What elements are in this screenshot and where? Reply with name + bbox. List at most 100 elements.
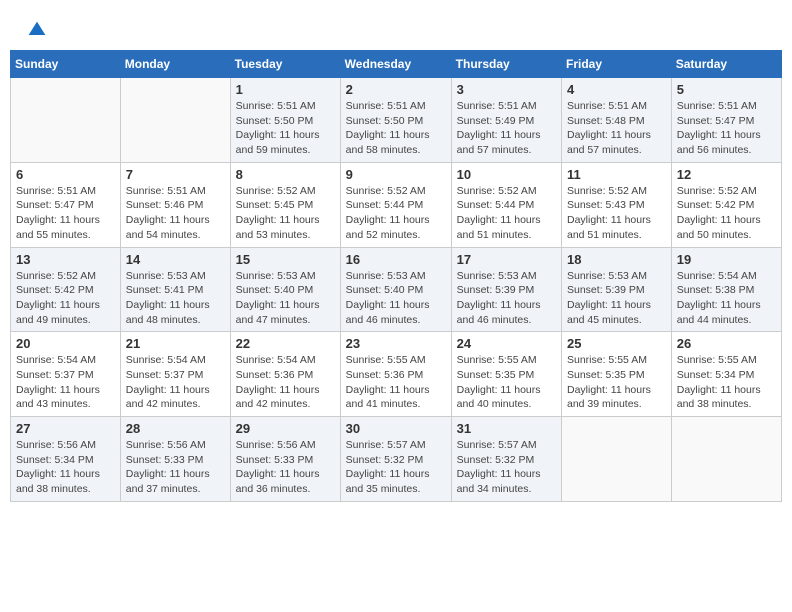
day-number: 21 [126, 336, 225, 351]
day-number: 25 [567, 336, 666, 351]
day-info: Sunrise: 5:51 AM Sunset: 5:47 PM Dayligh… [16, 184, 115, 243]
day-info: Sunrise: 5:52 AM Sunset: 5:45 PM Dayligh… [236, 184, 335, 243]
calendar-day-cell: 12 Sunrise: 5:52 AM Sunset: 5:42 PM Dayli… [671, 162, 781, 247]
day-number: 20 [16, 336, 115, 351]
calendar-day-cell: 11 Sunrise: 5:52 AM Sunset: 5:43 PM Dayli… [562, 162, 672, 247]
day-number: 15 [236, 252, 335, 267]
day-info: Sunrise: 5:57 AM Sunset: 5:32 PM Dayligh… [457, 438, 556, 497]
day-number: 23 [346, 336, 446, 351]
calendar-day-cell: 30 Sunrise: 5:57 AM Sunset: 5:32 PM Dayli… [340, 417, 451, 502]
calendar-day-cell: 25 Sunrise: 5:55 AM Sunset: 5:35 PM Dayli… [562, 332, 672, 417]
calendar-day-cell: 13 Sunrise: 5:52 AM Sunset: 5:42 PM Dayli… [11, 247, 121, 332]
calendar-day-cell: 14 Sunrise: 5:53 AM Sunset: 5:41 PM Dayli… [120, 247, 230, 332]
day-info: Sunrise: 5:55 AM Sunset: 5:36 PM Dayligh… [346, 353, 446, 412]
day-info: Sunrise: 5:53 AM Sunset: 5:39 PM Dayligh… [567, 269, 666, 328]
calendar-day-cell: 27Sunrise: 5:56 AM Sunset: 5:34 PM Dayli… [11, 417, 121, 502]
day-info: Sunrise: 5:51 AM Sunset: 5:49 PM Dayligh… [457, 99, 556, 158]
day-number: 4 [567, 82, 666, 97]
day-number: 6 [16, 167, 115, 182]
page-header [10, 10, 782, 45]
calendar-day-cell: 8 Sunrise: 5:52 AM Sunset: 5:45 PM Daylig… [230, 162, 340, 247]
calendar-week-row: 6 Sunrise: 5:51 AM Sunset: 5:47 PM Daylig… [11, 162, 782, 247]
calendar-day-cell: 16 Sunrise: 5:53 AM Sunset: 5:40 PM Dayli… [340, 247, 451, 332]
weekday-header: Thursday [451, 51, 561, 78]
calendar-day-cell: 2Sunrise: 5:51 AM Sunset: 5:50 PM Daylig… [340, 78, 451, 163]
weekday-header: Monday [120, 51, 230, 78]
calendar-day-cell: 26Sunrise: 5:55 AM Sunset: 5:34 PM Dayli… [671, 332, 781, 417]
day-info: Sunrise: 5:53 AM Sunset: 5:40 PM Dayligh… [346, 269, 446, 328]
day-number: 13 [16, 252, 115, 267]
calendar-week-row: 20 Sunrise: 5:54 AM Sunset: 5:37 PM Dayli… [11, 332, 782, 417]
day-info: Sunrise: 5:51 AM Sunset: 5:47 PM Dayligh… [677, 99, 776, 158]
day-number: 24 [457, 336, 556, 351]
day-number: 27 [16, 421, 115, 436]
calendar-week-row: 13 Sunrise: 5:52 AM Sunset: 5:42 PM Dayli… [11, 247, 782, 332]
day-info: Sunrise: 5:52 AM Sunset: 5:42 PM Dayligh… [16, 269, 115, 328]
logo-icon [27, 20, 47, 40]
calendar-table: SundayMondayTuesdayWednesdayThursdayFrid… [10, 50, 782, 502]
calendar-day-cell: 19Sunrise: 5:54 AM Sunset: 5:38 PM Dayli… [671, 247, 781, 332]
day-info: Sunrise: 5:55 AM Sunset: 5:35 PM Dayligh… [567, 353, 666, 412]
day-number: 31 [457, 421, 556, 436]
day-info: Sunrise: 5:52 AM Sunset: 5:44 PM Dayligh… [346, 184, 446, 243]
day-number: 7 [126, 167, 225, 182]
day-number: 30 [346, 421, 446, 436]
calendar-day-cell: 7 Sunrise: 5:51 AM Sunset: 5:46 PM Daylig… [120, 162, 230, 247]
day-info: Sunrise: 5:52 AM Sunset: 5:42 PM Dayligh… [677, 184, 776, 243]
calendar-week-row: 27Sunrise: 5:56 AM Sunset: 5:34 PM Dayli… [11, 417, 782, 502]
weekday-header: Sunday [11, 51, 121, 78]
day-info: Sunrise: 5:51 AM Sunset: 5:48 PM Dayligh… [567, 99, 666, 158]
calendar-day-cell: 24 Sunrise: 5:55 AM Sunset: 5:35 PM Dayli… [451, 332, 561, 417]
calendar-header-row: SundayMondayTuesdayWednesdayThursdayFrid… [11, 51, 782, 78]
calendar-day-cell: 18 Sunrise: 5:53 AM Sunset: 5:39 PM Dayli… [562, 247, 672, 332]
calendar-day-cell: 29 Sunrise: 5:56 AM Sunset: 5:33 PM Dayli… [230, 417, 340, 502]
calendar-day-cell: 17 Sunrise: 5:53 AM Sunset: 5:39 PM Dayli… [451, 247, 561, 332]
day-info: Sunrise: 5:57 AM Sunset: 5:32 PM Dayligh… [346, 438, 446, 497]
calendar-day-cell [120, 78, 230, 163]
day-info: Sunrise: 5:55 AM Sunset: 5:35 PM Dayligh… [457, 353, 556, 412]
day-number: 16 [346, 252, 446, 267]
calendar-day-cell: 31 Sunrise: 5:57 AM Sunset: 5:32 PM Dayli… [451, 417, 561, 502]
calendar-day-cell: 3Sunrise: 5:51 AM Sunset: 5:49 PM Daylig… [451, 78, 561, 163]
calendar-day-cell: 23 Sunrise: 5:55 AM Sunset: 5:36 PM Dayli… [340, 332, 451, 417]
day-number: 8 [236, 167, 335, 182]
calendar-day-cell: 21 Sunrise: 5:54 AM Sunset: 5:37 PM Dayli… [120, 332, 230, 417]
day-info: Sunrise: 5:56 AM Sunset: 5:33 PM Dayligh… [126, 438, 225, 497]
day-info: Sunrise: 5:51 AM Sunset: 5:46 PM Dayligh… [126, 184, 225, 243]
day-number: 22 [236, 336, 335, 351]
day-info: Sunrise: 5:52 AM Sunset: 5:44 PM Dayligh… [457, 184, 556, 243]
day-info: Sunrise: 5:56 AM Sunset: 5:33 PM Dayligh… [236, 438, 335, 497]
day-info: Sunrise: 5:53 AM Sunset: 5:40 PM Dayligh… [236, 269, 335, 328]
day-info: Sunrise: 5:52 AM Sunset: 5:43 PM Dayligh… [567, 184, 666, 243]
day-number: 10 [457, 167, 556, 182]
logo [25, 20, 49, 40]
calendar-day-cell [671, 417, 781, 502]
day-number: 1 [236, 82, 335, 97]
day-number: 19 [677, 252, 776, 267]
day-number: 14 [126, 252, 225, 267]
day-number: 9 [346, 167, 446, 182]
day-number: 17 [457, 252, 556, 267]
day-info: Sunrise: 5:53 AM Sunset: 5:39 PM Dayligh… [457, 269, 556, 328]
day-number: 18 [567, 252, 666, 267]
calendar-day-cell: 28 Sunrise: 5:56 AM Sunset: 5:33 PM Dayli… [120, 417, 230, 502]
day-info: Sunrise: 5:51 AM Sunset: 5:50 PM Dayligh… [236, 99, 335, 158]
calendar-day-cell: 5Sunrise: 5:51 AM Sunset: 5:47 PM Daylig… [671, 78, 781, 163]
day-number: 12 [677, 167, 776, 182]
day-number: 29 [236, 421, 335, 436]
day-number: 28 [126, 421, 225, 436]
calendar-day-cell: 4 Sunrise: 5:51 AM Sunset: 5:48 PM Daylig… [562, 78, 672, 163]
calendar-day-cell: 6 Sunrise: 5:51 AM Sunset: 5:47 PM Daylig… [11, 162, 121, 247]
day-number: 11 [567, 167, 666, 182]
weekday-header: Saturday [671, 51, 781, 78]
calendar-day-cell [11, 78, 121, 163]
day-number: 2 [346, 82, 446, 97]
day-info: Sunrise: 5:54 AM Sunset: 5:36 PM Dayligh… [236, 353, 335, 412]
weekday-header: Wednesday [340, 51, 451, 78]
calendar-day-cell: 15 Sunrise: 5:53 AM Sunset: 5:40 PM Dayli… [230, 247, 340, 332]
calendar-day-cell: 22 Sunrise: 5:54 AM Sunset: 5:36 PM Dayli… [230, 332, 340, 417]
day-info: Sunrise: 5:54 AM Sunset: 5:37 PM Dayligh… [126, 353, 225, 412]
calendar-day-cell [562, 417, 672, 502]
day-info: Sunrise: 5:53 AM Sunset: 5:41 PM Dayligh… [126, 269, 225, 328]
weekday-header: Tuesday [230, 51, 340, 78]
